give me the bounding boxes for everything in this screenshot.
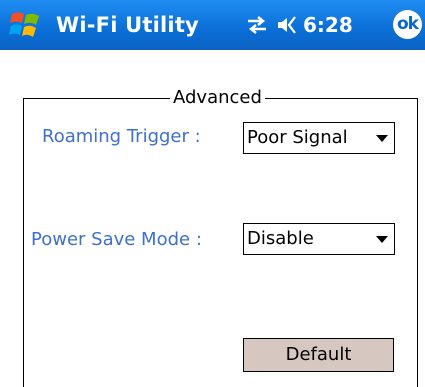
power-save-mode-dropdown[interactable]: Disable xyxy=(243,223,395,255)
app-title: Wi-Fi Utility xyxy=(56,13,199,37)
connectivity-icon[interactable] xyxy=(246,14,268,36)
speaker-icon[interactable] xyxy=(276,13,300,37)
ok-button[interactable]: ok xyxy=(393,10,422,39)
power-save-mode-label: Power Save Mode : xyxy=(31,229,202,250)
clock[interactable]: 6:28 xyxy=(303,13,353,37)
roaming-trigger-dropdown[interactable]: Poor Signal xyxy=(243,122,395,154)
dropdown-arrow-icon[interactable] xyxy=(376,236,388,243)
windows-start-icon[interactable] xyxy=(9,8,43,42)
roaming-trigger-label: Roaming Trigger : xyxy=(42,126,201,147)
advanced-group-title: Advanced xyxy=(170,86,265,110)
wifi-utility-screen: Wi-Fi Utility 6:28 ok Advanced Roaming T… xyxy=(0,0,425,387)
power-save-mode-value: Disable xyxy=(247,228,314,249)
default-button[interactable]: Default xyxy=(243,338,394,372)
roaming-trigger-value: Poor Signal xyxy=(247,127,348,148)
title-bar: Wi-Fi Utility 6:28 ok xyxy=(0,0,425,50)
dropdown-arrow-icon[interactable] xyxy=(376,135,388,142)
